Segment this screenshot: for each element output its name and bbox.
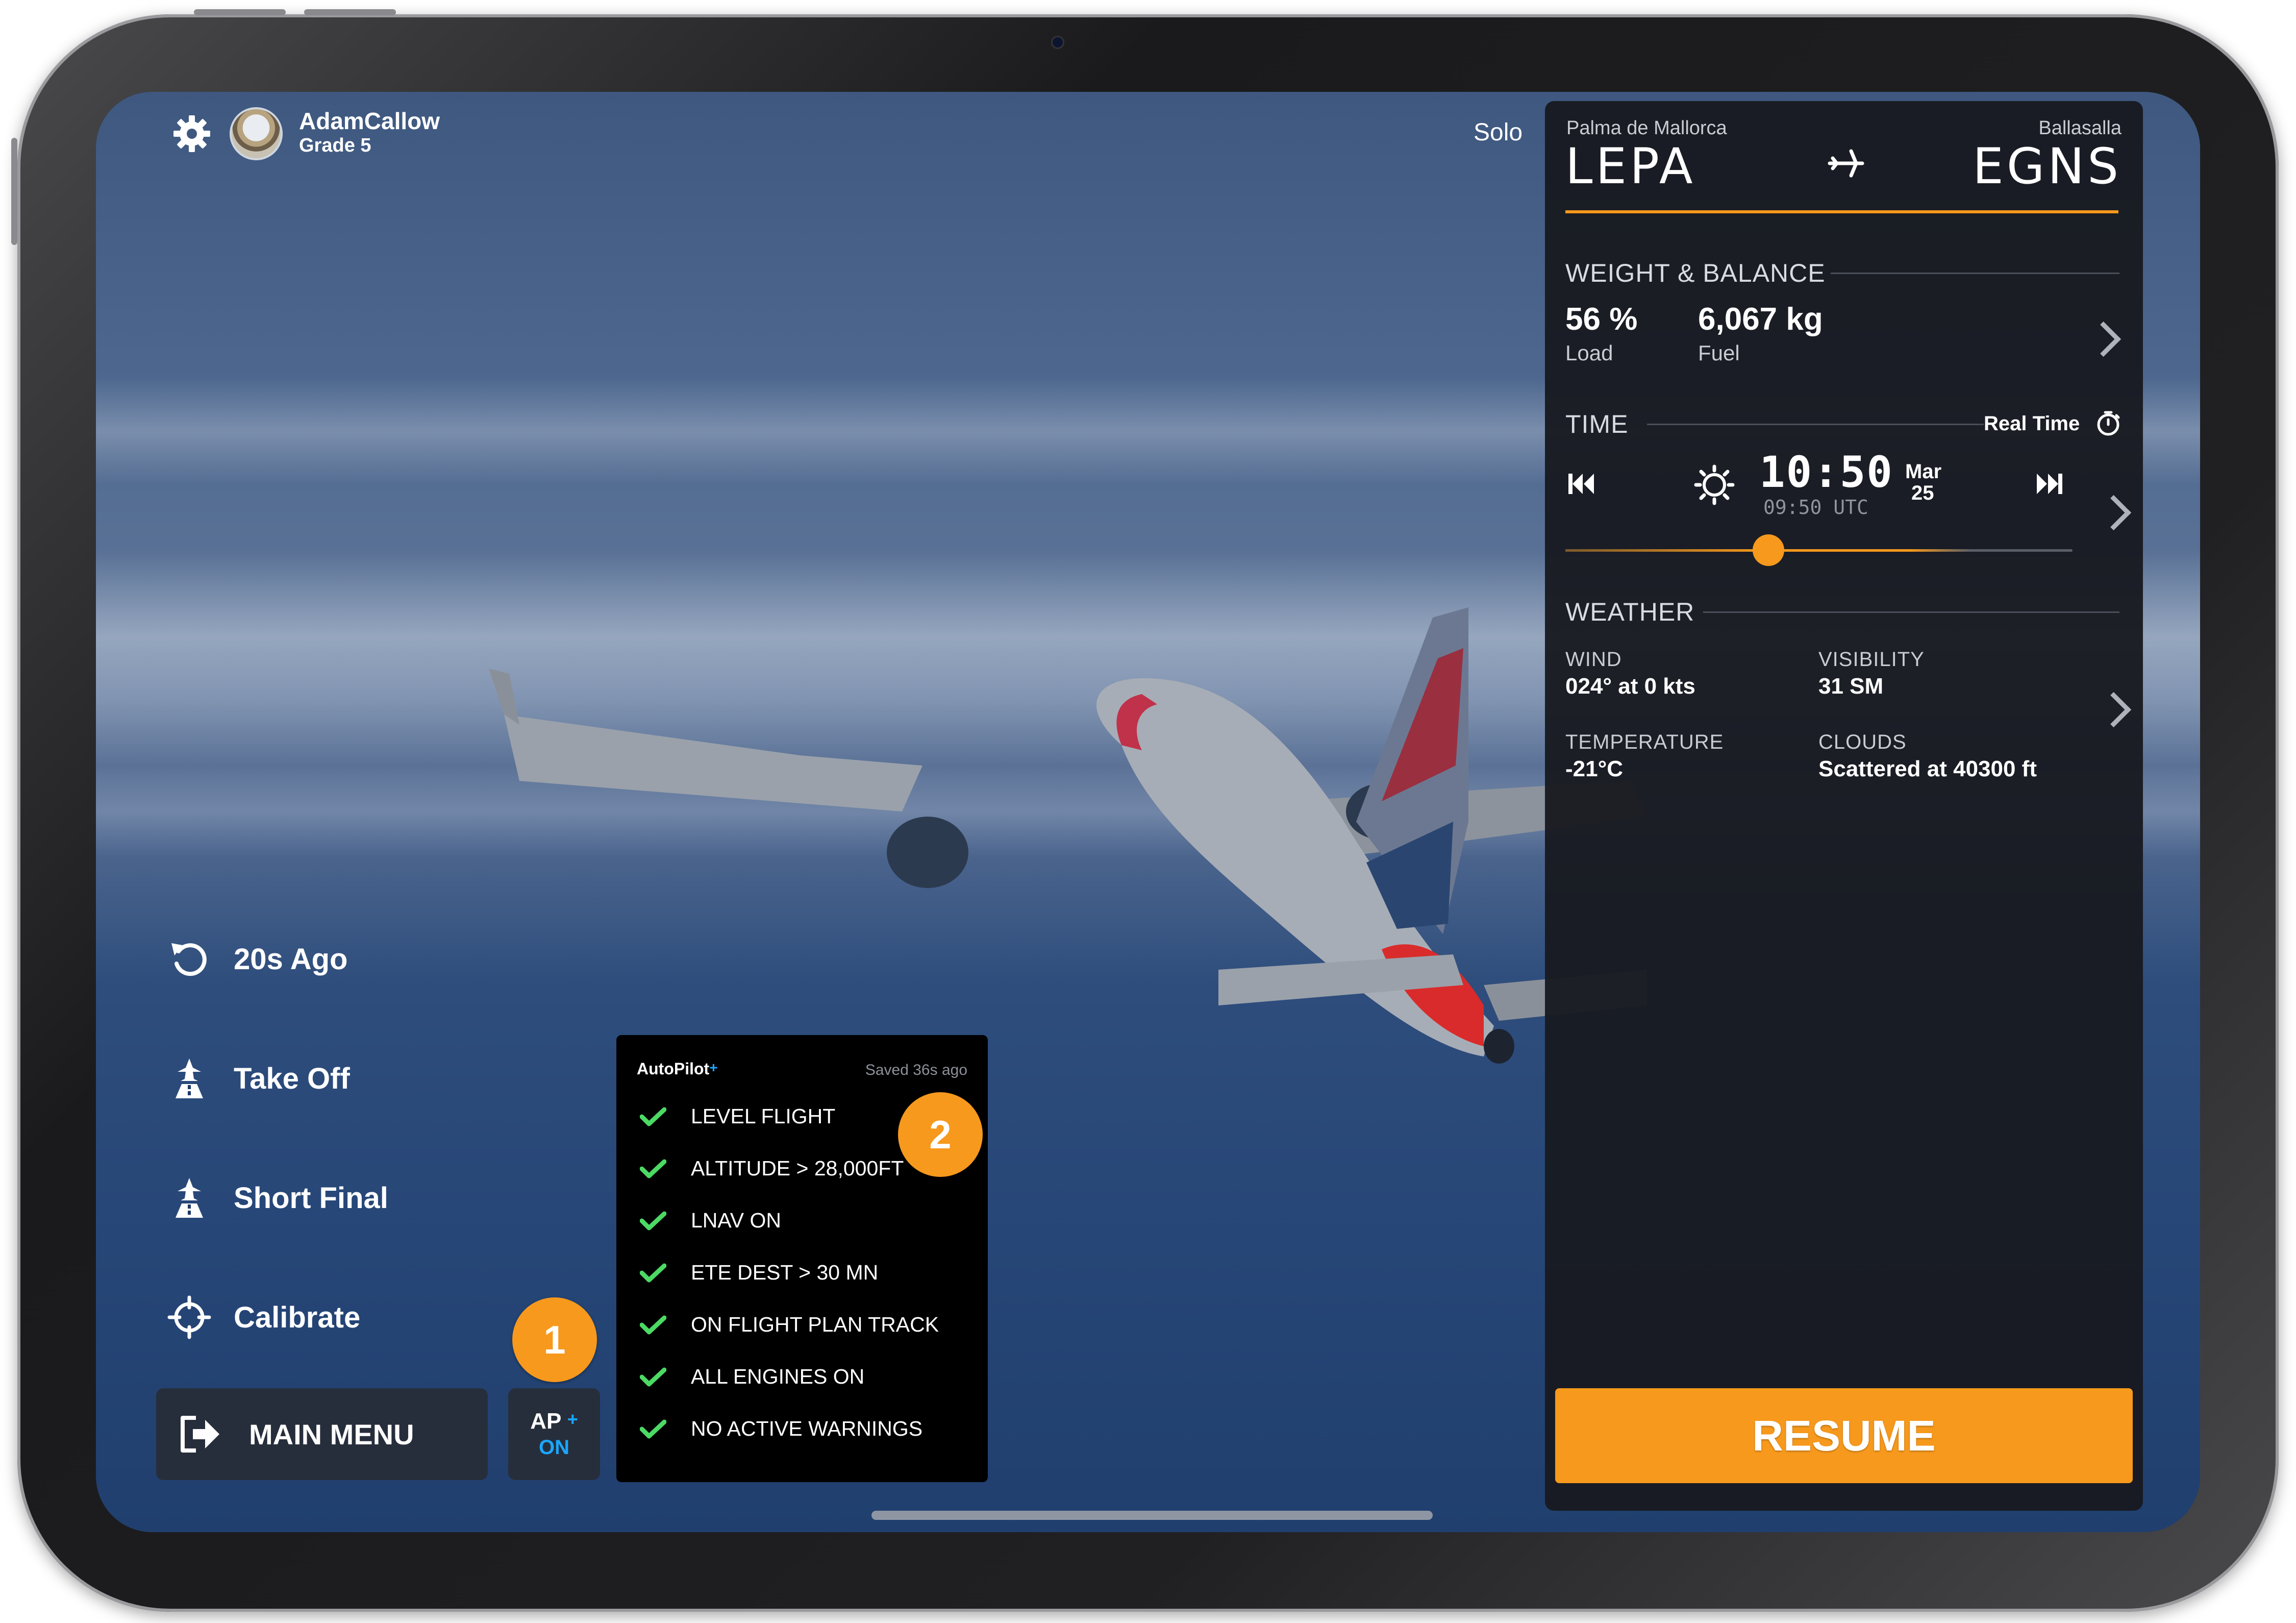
- divider: [1831, 273, 2119, 274]
- wind-label: WIND: [1565, 648, 1622, 671]
- weather-header: WEATHER: [1565, 598, 1695, 626]
- takeoff-icon: [167, 1056, 211, 1100]
- check-icon: [640, 1419, 666, 1438]
- date-day: 25: [1911, 482, 1934, 504]
- chevron-right-icon[interactable]: [2085, 321, 2122, 357]
- main-menu-label: MAIN MENU: [249, 1418, 414, 1450]
- mode-label: Solo: [1474, 119, 1523, 146]
- landing-icon: [167, 1176, 211, 1220]
- check-icon: [640, 1263, 666, 1282]
- rewind-20s-button[interactable]: 20s Ago: [167, 937, 347, 981]
- ap-state: ON: [539, 1436, 569, 1459]
- route-underline: [1565, 210, 2118, 213]
- time-header: TIME: [1565, 410, 1629, 438]
- autopilot-check-item: NO ACTIVE WARNINGS: [640, 1417, 922, 1441]
- divider: [1647, 424, 1984, 425]
- calibrate-button[interactable]: Calibrate: [167, 1295, 360, 1339]
- autopilot-button[interactable]: AP + ON: [508, 1388, 600, 1480]
- crosshair-icon: [167, 1295, 211, 1339]
- autopilot-check-label: NO ACTIVE WARNINGS: [691, 1417, 923, 1440]
- chevron-right-icon[interactable]: [2095, 495, 2132, 531]
- time-slider-fill: [1565, 549, 1768, 552]
- ap-label: AP: [530, 1409, 561, 1434]
- short-final-button[interactable]: Short Final: [167, 1176, 388, 1220]
- time-slider-track[interactable]: [1565, 534, 2073, 566]
- volume-up-button: [194, 9, 286, 15]
- plane-icon: [1828, 149, 1864, 178]
- timer-icon[interactable]: [2094, 409, 2123, 438]
- takeoff-label: Take Off: [234, 1062, 350, 1095]
- check-icon: [640, 1367, 666, 1386]
- autopilot-check-item: ETE DEST > 30 MN: [640, 1261, 878, 1285]
- autopilot-check-item: ON FLIGHT PLAN TRACK: [640, 1313, 939, 1337]
- main-menu-button[interactable]: MAIN MENU: [156, 1388, 488, 1480]
- step-badge-1: 1: [512, 1297, 597, 1382]
- app-screen: AdamCallow Grade 5 Solo Palma de Mallorc…: [96, 92, 2200, 1532]
- autopilot-check-label: LNAV ON: [691, 1209, 781, 1232]
- step-badge-2: 2: [898, 1092, 983, 1177]
- load-value: 56 %: [1565, 302, 1638, 337]
- autopilot-check-item: ALL ENGINES ON: [640, 1365, 864, 1389]
- autopilot-check-label: LEVEL FLIGHT: [691, 1104, 836, 1128]
- origin-city: Palma de Mallorca: [1566, 117, 1727, 139]
- autopilot-check-label: ALL ENGINES ON: [691, 1365, 865, 1388]
- autopilot-check-item: LNAV ON: [640, 1209, 781, 1233]
- autopilot-check-item: ALTITUDE > 28,000FT: [640, 1157, 904, 1181]
- time-slider-fill-right: [1768, 549, 1971, 552]
- calibrate-label: Calibrate: [234, 1300, 361, 1334]
- autopilot-check-label: ALTITUDE > 28,000FT: [691, 1157, 904, 1180]
- clouds-value: Scattered at 40300 ft: [1818, 756, 2037, 781]
- home-indicator: [871, 1511, 1433, 1520]
- temperature-label: TEMPERATURE: [1565, 731, 1724, 753]
- volume-down-button: [304, 9, 396, 15]
- autopilot-plus: +: [709, 1060, 718, 1075]
- skip-back-icon[interactable]: [1565, 469, 1596, 499]
- dest-city: Ballasalla: [2038, 117, 2122, 139]
- local-time: 10:50: [1759, 447, 1893, 497]
- sun-icon[interactable]: [1693, 463, 1736, 506]
- load-label: Load: [1565, 341, 1613, 365]
- date-month: Mar: [1905, 460, 1942, 483]
- skip-forward-icon[interactable]: [2035, 469, 2065, 499]
- autopilot-saved: Saved 36s ago: [865, 1062, 967, 1078]
- autopilot-check-item: LEVEL FLIGHT: [640, 1104, 835, 1128]
- flight-info-panel: Palma de Mallorca LEPA Ballasalla EGNS W…: [1545, 101, 2143, 1511]
- origin-code: LEPA: [1565, 138, 1696, 195]
- autopilot-check-label: ETE DEST > 30 MN: [691, 1261, 879, 1284]
- resume-button[interactable]: RESUME: [1555, 1388, 2133, 1483]
- autopilot-title-group: AutoPilot+: [637, 1060, 718, 1078]
- autopilot-title: AutoPilot: [637, 1060, 710, 1078]
- camera: [1051, 36, 1064, 49]
- wind-value: 024° at 0 kts: [1565, 674, 1695, 699]
- ap-plus: +: [567, 1409, 578, 1430]
- power-button: [11, 138, 17, 245]
- check-icon: [640, 1315, 666, 1334]
- weight-balance-header: WEIGHT & BALANCE: [1565, 259, 1826, 287]
- clouds-label: CLOUDS: [1818, 731, 1907, 753]
- user-grade: Grade 5: [299, 135, 371, 156]
- user-name: AdamCallow: [299, 108, 440, 134]
- exit-icon: [178, 1414, 221, 1455]
- short-final-label: Short Final: [234, 1181, 388, 1215]
- visibility-value: 31 SM: [1818, 674, 1884, 699]
- autopilot-check-label: ON FLIGHT PLAN TRACK: [691, 1313, 939, 1336]
- visibility-label: VISIBILITY: [1818, 648, 1925, 671]
- rewind-label: 20s Ago: [234, 942, 348, 976]
- divider: [1703, 611, 2119, 613]
- fuel-label: Fuel: [1698, 341, 1740, 365]
- rewind-icon: [167, 937, 211, 981]
- avatar[interactable]: [230, 107, 283, 160]
- check-icon: [640, 1107, 666, 1126]
- check-icon: [640, 1211, 666, 1230]
- real-time-label[interactable]: Real Time: [1984, 412, 2080, 435]
- temperature-value: -21°C: [1565, 756, 1623, 781]
- dest-code: EGNS: [1973, 138, 2122, 195]
- check-icon: [640, 1159, 666, 1178]
- time-slider-thumb[interactable]: [1752, 534, 1784, 566]
- gear-icon[interactable]: [171, 113, 212, 154]
- chevron-right-icon[interactable]: [2095, 692, 2132, 728]
- takeoff-button[interactable]: Take Off: [167, 1056, 350, 1100]
- utc-time: 09:50 UTC: [1763, 496, 1868, 519]
- fuel-value: 6,067 kg: [1698, 302, 1823, 337]
